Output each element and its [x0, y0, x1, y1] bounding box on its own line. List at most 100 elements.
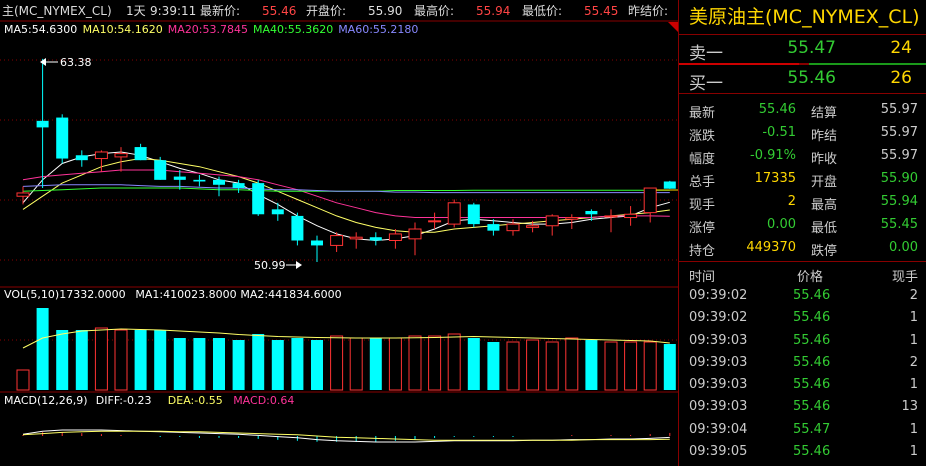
stat-label: 昨收: [811, 152, 838, 167]
legend-item: MA5:54.6300: [4, 23, 77, 36]
legend-item: MA60:55.2180: [338, 23, 418, 36]
volume-bar: [232, 340, 245, 390]
volume-bar: [114, 329, 128, 391]
candle-body: [56, 117, 69, 159]
tick-volume: 1: [909, 421, 918, 437]
volume-bar: [643, 341, 657, 391]
volume-bar: [624, 341, 638, 391]
candle[interactable]: [154, 156, 167, 180]
candle[interactable]: [369, 232, 382, 246]
volume-bar: [369, 338, 382, 390]
stat-value: 2: [787, 194, 796, 209]
ticks-header: 时间 价格 现手: [679, 262, 926, 285]
candle[interactable]: [75, 150, 88, 167]
stat-row: 现手 2 最高 55.94: [679, 190, 926, 213]
tick-row[interactable]: 09:39:03 55.46 1: [679, 329, 926, 351]
volume-bar: [585, 340, 598, 390]
candle[interactable]: [643, 187, 657, 223]
candle[interactable]: [232, 179, 245, 193]
candle-body: [487, 224, 500, 231]
tick-volume: 1: [909, 332, 918, 348]
stat-value: 55.90: [880, 171, 918, 186]
volume-bars: [16, 308, 676, 391]
stat-value: 55.94: [880, 194, 918, 209]
candle[interactable]: [428, 212, 442, 230]
tick-row[interactable]: 09:39:03 55.46 2: [679, 351, 926, 373]
candle[interactable]: [114, 147, 128, 172]
candle[interactable]: [16, 186, 30, 205]
candle[interactable]: [467, 202, 480, 228]
candle-body: [271, 209, 284, 215]
candle[interactable]: [213, 176, 225, 197]
volume-bar: [487, 342, 500, 390]
candle[interactable]: [663, 180, 676, 189]
candle[interactable]: [56, 114, 69, 164]
candle-body: [643, 187, 657, 214]
candle[interactable]: [291, 212, 304, 246]
ask-row[interactable]: 卖一 55.47 24: [679, 35, 926, 64]
candle[interactable]: [330, 232, 344, 252]
tick-volume: 1: [909, 444, 918, 460]
legend-item: DEA:-0.55: [168, 394, 223, 407]
ma-line-ma5: [22, 151, 670, 242]
stat-row: 总手 17335 开盘 55.90: [679, 167, 926, 190]
stats-table: 最新 55.46 结算 55.97 涨跌 -0.51 昨结 55.97 幅度 -0.91% 昨收 55…: [679, 94, 926, 259]
candle[interactable]: [134, 143, 147, 161]
candle[interactable]: [252, 179, 265, 216]
stat-row: 持仓 449370 跌停 0.00: [679, 236, 926, 259]
candle[interactable]: [604, 209, 618, 233]
period-label[interactable]: 1天: [126, 4, 146, 18]
corner-marker: [668, 22, 678, 32]
kline-chart[interactable]: 主(MC_NYMEX_CL) 1天 9:39:11 最新价: 55.46 开盘价…: [0, 0, 678, 466]
bid-row[interactable]: 买一 55.46 26: [679, 65, 926, 94]
volume-bar: [213, 338, 225, 390]
candle-body: [291, 215, 304, 241]
candle[interactable]: [311, 235, 323, 262]
ticks-header-volume: 现手: [891, 270, 918, 285]
candle-body: [311, 240, 323, 246]
volume-bar: [311, 340, 323, 390]
tick-volume: 1: [909, 310, 918, 326]
stat-value: -0.91%: [750, 148, 796, 163]
stat-row: 最新 55.46 结算 55.97: [679, 98, 926, 121]
candle[interactable]: [193, 174, 206, 187]
candle-body: [526, 225, 540, 228]
candlesticks[interactable]: [16, 58, 676, 262]
candle[interactable]: [545, 214, 559, 236]
tick-row[interactable]: 09:39:05 55.46 1: [679, 440, 926, 462]
candle[interactable]: [447, 199, 461, 228]
bid-volume: 26: [890, 68, 912, 88]
candle-body: [388, 233, 402, 241]
candle-body: [94, 151, 108, 160]
stat-label: 总手: [689, 175, 716, 190]
tick-volume: 2: [909, 354, 918, 370]
candle[interactable]: [349, 232, 363, 249]
moving-average-lines: [22, 151, 670, 242]
candle[interactable]: [36, 58, 49, 189]
open-label: 开盘价:: [306, 3, 346, 18]
low-mark-label: 50.99: [254, 259, 286, 272]
tick-row[interactable]: 09:39:02 55.46 1: [679, 306, 926, 328]
tick-row[interactable]: 09:39:03 55.46 13: [679, 395, 926, 417]
stat-label: 涨跌: [689, 129, 716, 144]
volume-bar: [330, 335, 344, 391]
candle-body: [213, 179, 225, 185]
ticks-list[interactable]: 09:39:02 55.46 2 09:39:02 55.46 1 09:39:03 55.4…: [679, 284, 926, 466]
candle[interactable]: [408, 222, 422, 256]
candle[interactable]: [388, 229, 402, 249]
macd-legend: MACD(12,26,9) DIFF:-0.23 DEA:-0.55 MACD:0.6…: [4, 394, 294, 407]
stat-label: 结算: [811, 106, 838, 121]
candle-body: [193, 179, 206, 182]
tick-row[interactable]: 09:39:02 55.46 2: [679, 284, 926, 306]
stat-value: 0.00: [889, 240, 918, 255]
tick-row[interactable]: 09:39:04 55.47 1: [679, 418, 926, 440]
stat-label: 跌停: [811, 244, 838, 259]
candle[interactable]: [271, 202, 284, 221]
candle-body: [330, 235, 344, 246]
candle[interactable]: [624, 206, 638, 226]
legend-item: DIFF:-0.23: [96, 394, 152, 407]
tick-row[interactable]: 09:39:0655.463: [679, 462, 926, 466]
tick-row[interactable]: 09:39:03 55.46 1: [679, 373, 926, 395]
legend-item: VOL(5,10)17332.0000: [4, 288, 126, 301]
quote-panel: 美原油主(MC_NYMEX_CL) 卖一 55.47 24 买一 55.46 2…: [678, 0, 926, 466]
